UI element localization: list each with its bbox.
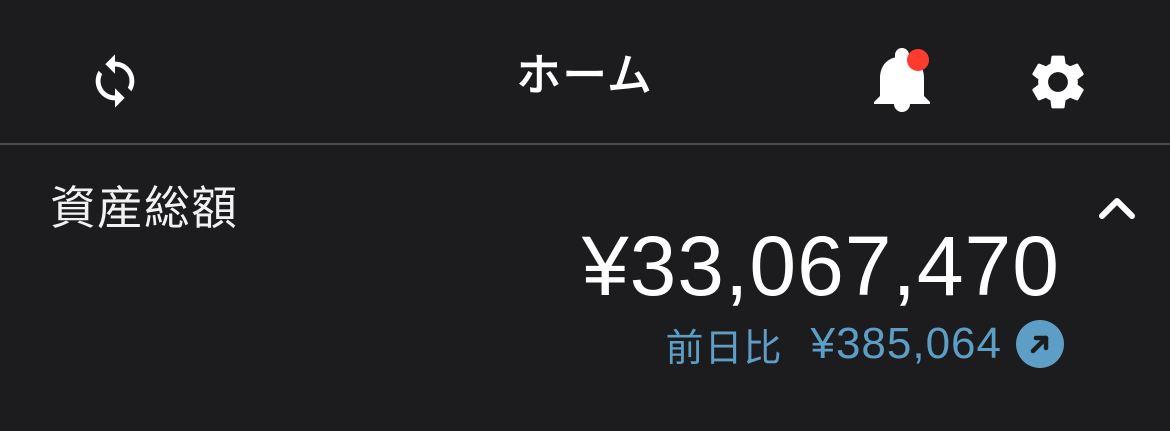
day-change-value: ¥385,064: [810, 319, 1002, 368]
refresh-button[interactable]: [78, 44, 152, 118]
trend-badge: [1016, 320, 1064, 368]
notifications-button[interactable]: [862, 42, 942, 122]
day-change-label: 前日比: [665, 325, 783, 370]
total-assets-label: 資産総額: [50, 181, 238, 235]
sync-icon: [95, 54, 135, 108]
page-title: ホーム: [516, 50, 654, 101]
notification-dot: [907, 49, 929, 71]
app-header: ホーム: [0, 0, 1170, 145]
gear-icon: [1032, 55, 1084, 109]
day-change-row: 前日比 ¥385,064: [665, 314, 1064, 374]
chevron-up-icon: [1099, 198, 1135, 219]
arrow-up-right-icon: [1030, 335, 1049, 354]
bell-icon: [874, 48, 930, 112]
total-assets-amount: ¥33,067,470: [581, 219, 1060, 313]
settings-button[interactable]: [1018, 42, 1098, 122]
collapse-button[interactable]: [1092, 188, 1142, 228]
